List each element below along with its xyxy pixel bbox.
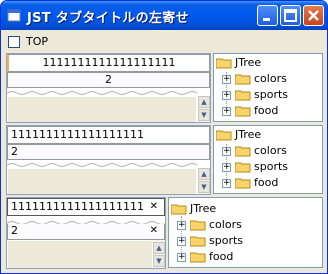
close-icon [308, 10, 319, 21]
app-window: JST タブタイトルの左寄せ TOP 1111111111111111111 2… [0, 0, 328, 274]
vertical-scrollbar[interactable]: ▲ ▼ [198, 168, 210, 194]
scroll-up-button[interactable]: ▲ [198, 96, 210, 108]
tree-1[interactable]: JTree + colors + sports + food [213, 53, 323, 122]
close-tab-icon[interactable]: ✕ [150, 224, 158, 238]
tree-node-label: sports [209, 234, 244, 247]
tree-node-label: colors [209, 218, 242, 231]
folder-icon [190, 220, 206, 231]
tab-title: 1111111111111111111 [11, 128, 144, 141]
expand-plus-icon[interactable]: + [222, 75, 231, 84]
java-cup-icon [7, 9, 21, 22]
folder-icon [235, 106, 251, 117]
title-bar[interactable]: JST タブタイトルの左寄せ [1, 1, 327, 30]
top-checkbox[interactable] [8, 36, 20, 48]
tree-2[interactable]: JTree + colors + sports + food [213, 125, 323, 194]
expand-plus-icon[interactable]: + [177, 253, 186, 262]
tab-title: 2 [11, 145, 18, 158]
tree-node-label: colors [254, 144, 287, 157]
close-tab-icon[interactable]: ✕ [150, 199, 158, 215]
maximize-button[interactable] [280, 5, 301, 26]
scroll-up-button[interactable]: ▲ [153, 242, 165, 254]
expand-plus-icon[interactable]: + [222, 147, 231, 156]
minimize-icon [263, 18, 270, 21]
tabbed-pane-2: 1111111111111111111 2 ▲ ▼ [6, 125, 211, 195]
scroll-up-button[interactable]: ▲ [198, 168, 210, 180]
scroll-down-button[interactable]: ▼ [198, 181, 210, 193]
maximize-icon [284, 9, 297, 22]
folder-icon [235, 162, 251, 173]
tree-node-label: JTree [190, 202, 217, 215]
tree-node-label: colors [254, 72, 287, 85]
folder-icon [235, 146, 251, 157]
expand-plus-icon[interactable]: + [222, 179, 231, 188]
top-checkbox-label: TOP [26, 35, 49, 48]
tree-node-label: food [209, 250, 234, 263]
tab-3-first[interactable]: 1111111111111111111 ✕ [7, 198, 165, 216]
folder-icon [235, 90, 251, 101]
tabbed-pane-1: 1111111111111111111 2 ▲ ▼ [6, 53, 211, 123]
tabbed-pane-3: 1111111111111111111 ✕ 2 ✕ ▲ ▼ [6, 197, 166, 269]
expand-plus-icon[interactable]: + [177, 221, 186, 230]
content-pane: TOP 1111111111111111111 2 ▲ ▼ 1111111111… [4, 31, 324, 271]
folder-icon [235, 178, 251, 189]
tab-2-second[interactable]: 2 [7, 144, 210, 160]
tab-title: 2 [105, 73, 112, 86]
tree-node-label: food [254, 176, 279, 189]
folder-icon [190, 236, 206, 247]
tab-content [8, 97, 196, 122]
scroll-down-button[interactable]: ▼ [198, 109, 210, 121]
minimize-button[interactable] [257, 5, 278, 26]
tab-content [8, 169, 196, 194]
tree-node-label: JTree [235, 128, 262, 141]
window-title: JST タブタイトルの左寄せ [27, 11, 189, 26]
tab-title: 1111111111111111111 [11, 200, 144, 213]
folder-icon [216, 130, 232, 141]
folder-icon [190, 252, 206, 263]
tree-node-label: sports [254, 160, 289, 173]
tree-node-label: food [254, 104, 279, 117]
vertical-scrollbar[interactable]: ▲ ▼ [153, 240, 165, 268]
tab-1-first[interactable]: 1111111111111111111 [7, 54, 210, 72]
expand-plus-icon[interactable]: + [222, 107, 231, 116]
tab-2-first[interactable]: 1111111111111111111 [7, 126, 210, 144]
scroll-down-button[interactable]: ▼ [153, 255, 165, 267]
close-button[interactable] [303, 5, 324, 26]
tree-3[interactable]: JTree + colors + sports + food [168, 197, 323, 268]
expand-plus-icon[interactable]: + [177, 237, 186, 246]
tree-node-label: JTree [235, 56, 262, 69]
tab-content-edge [7, 163, 197, 167]
tab-content-edge [7, 91, 197, 95]
folder-icon [216, 58, 232, 69]
tab-title: 2 [11, 224, 18, 237]
tab-1-second[interactable]: 2 [7, 72, 210, 88]
expand-plus-icon[interactable]: + [222, 163, 231, 172]
folder-icon [235, 74, 251, 85]
tab-content [8, 241, 152, 268]
folder-icon [171, 204, 187, 215]
expand-plus-icon[interactable]: + [222, 91, 231, 100]
tab-3-second[interactable]: 2 ✕ [7, 224, 165, 240]
vertical-scrollbar[interactable]: ▲ ▼ [198, 96, 210, 122]
tab-title: 1111111111111111111 [42, 56, 176, 69]
tree-node-label: sports [254, 88, 289, 101]
